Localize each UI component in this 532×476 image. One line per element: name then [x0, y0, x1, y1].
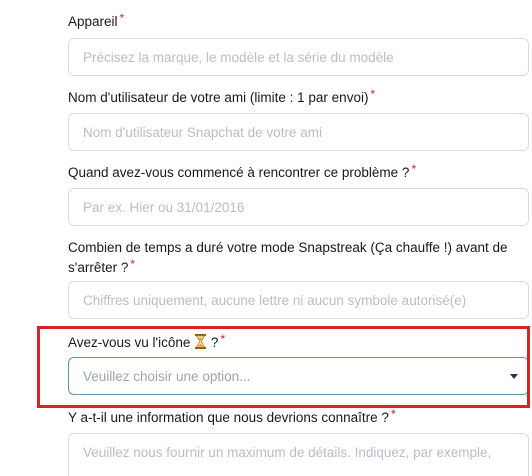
hourglass-seen-select[interactable]: Veuillez choisir une option...: [68, 357, 529, 395]
friend-username-placeholder: Nom d'utilisateur Snapchat de votre ami: [83, 124, 322, 140]
device-placeholder: Précisez la marque, le modèle et la séri…: [83, 49, 394, 65]
required-asterisk: *: [220, 332, 226, 346]
chevron-down-icon: [510, 374, 518, 379]
additional-info-textarea[interactable]: Veuillez nous fournir un maximum de déta…: [68, 433, 529, 476]
friend-username-label: Nom d'utilisateur de votre ami (limite :…: [68, 87, 376, 105]
streak-duration-label: Combien de temps a duré votre mode Snaps…: [68, 240, 508, 275]
required-asterisk: *: [370, 87, 376, 101]
start-date-label: Quand avez-vous commencé à rencontrer ce…: [68, 162, 417, 180]
streak-duration-placeholder: Chiffres uniquement, aucune lettre ni au…: [83, 292, 467, 308]
device-label: Appareil *: [68, 11, 125, 29]
additional-info-placeholder: Veuillez nous fournir un maximum de déta…: [83, 445, 492, 460]
hourglass-icon: [195, 334, 207, 355]
required-asterisk: *: [119, 11, 125, 25]
streak-duration-input[interactable]: Chiffres uniquement, aucune lettre ni au…: [68, 281, 529, 319]
additional-info-label: Y a-t-il une information que nous devrio…: [68, 407, 396, 425]
hourglass-seen-placeholder: Veuillez choisir une option...: [83, 368, 251, 384]
required-asterisk: *: [130, 257, 136, 271]
friend-username-input[interactable]: Nom d'utilisateur Snapchat de votre ami: [68, 113, 529, 151]
required-asterisk: *: [411, 162, 417, 176]
support-form: Appareil * Précisez la marque, le modèle …: [0, 0, 532, 476]
required-asterisk: *: [390, 407, 396, 421]
start-date-input[interactable]: Par ex. Hier ou 31/01/2016: [68, 188, 529, 226]
hourglass-seen-label: Avez-vous vu l'icône ? *: [68, 332, 226, 355]
start-date-placeholder: Par ex. Hier ou 31/01/2016: [83, 199, 245, 215]
device-input[interactable]: Précisez la marque, le modèle et la séri…: [68, 38, 529, 76]
